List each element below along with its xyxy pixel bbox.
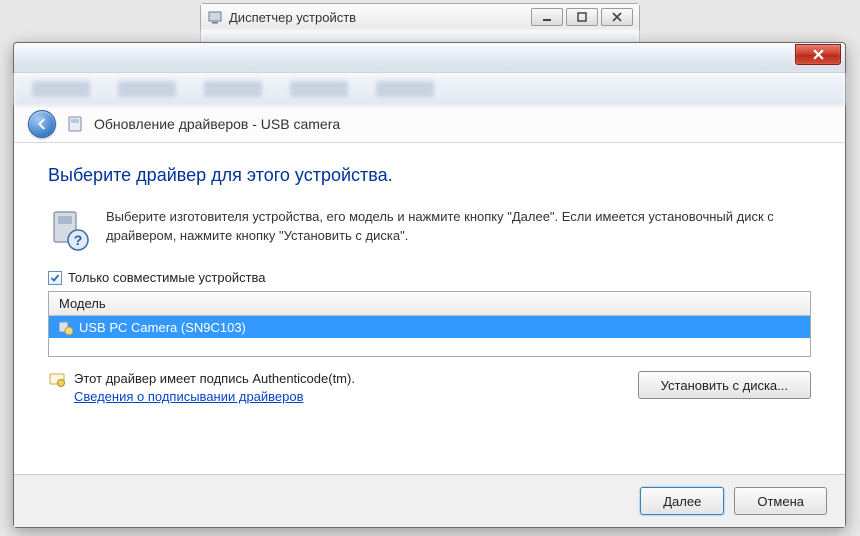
wizard-header: Обновление драйверов - USB camera [14,105,845,143]
wizard-title: Обновление драйверов - USB camera [94,116,340,132]
parent-maximize-button[interactable] [566,8,598,26]
compatible-checkbox[interactable] [48,271,62,285]
hardware-help-icon: ? [48,208,92,252]
dialog-titlebar [14,43,845,73]
install-from-disk-button[interactable]: Установить с диска... [638,371,811,399]
next-button[interactable]: Далее [640,487,724,515]
svg-text:?: ? [74,232,83,248]
model-list-item[interactable]: USB PC Camera (SN9C103) [49,316,810,338]
parent-title: Диспетчер устройств [229,10,525,25]
cancel-button[interactable]: Отмена [734,487,827,515]
compatible-checkbox-label: Только совместимые устройства [68,270,266,285]
back-button[interactable] [28,110,56,138]
blurred-toolbar [14,73,845,105]
parent-close-button[interactable] [601,8,633,26]
dialog-content: Выберите драйвер для этого устройства. ?… [14,143,845,474]
signature-status-text: Этот драйвер имеет подпись Authenticode(… [74,371,355,386]
device-manager-icon [207,9,223,25]
model-column-header: Модель [49,292,810,316]
instruction-text: Выберите изготовителя устройства, его мо… [106,208,796,252]
certificate-icon [48,371,66,389]
close-button[interactable] [795,44,841,65]
dialog-footer: Далее Отмена [14,474,845,527]
main-heading: Выберите драйвер для этого устройства. [48,165,811,186]
model-listbox[interactable]: Модель USB PC Camera (SN9C103) [48,291,811,357]
signature-info-link[interactable]: Сведения о подписывании драйверов [74,389,355,404]
model-item-label: USB PC Camera (SN9C103) [79,320,246,335]
parent-titlebar: Диспетчер устройств [201,4,639,30]
driver-update-dialog: Обновление драйверов - USB camera Выбери… [13,42,846,528]
driver-item-icon [57,319,73,335]
device-icon [66,115,84,133]
parent-minimize-button[interactable] [531,8,563,26]
